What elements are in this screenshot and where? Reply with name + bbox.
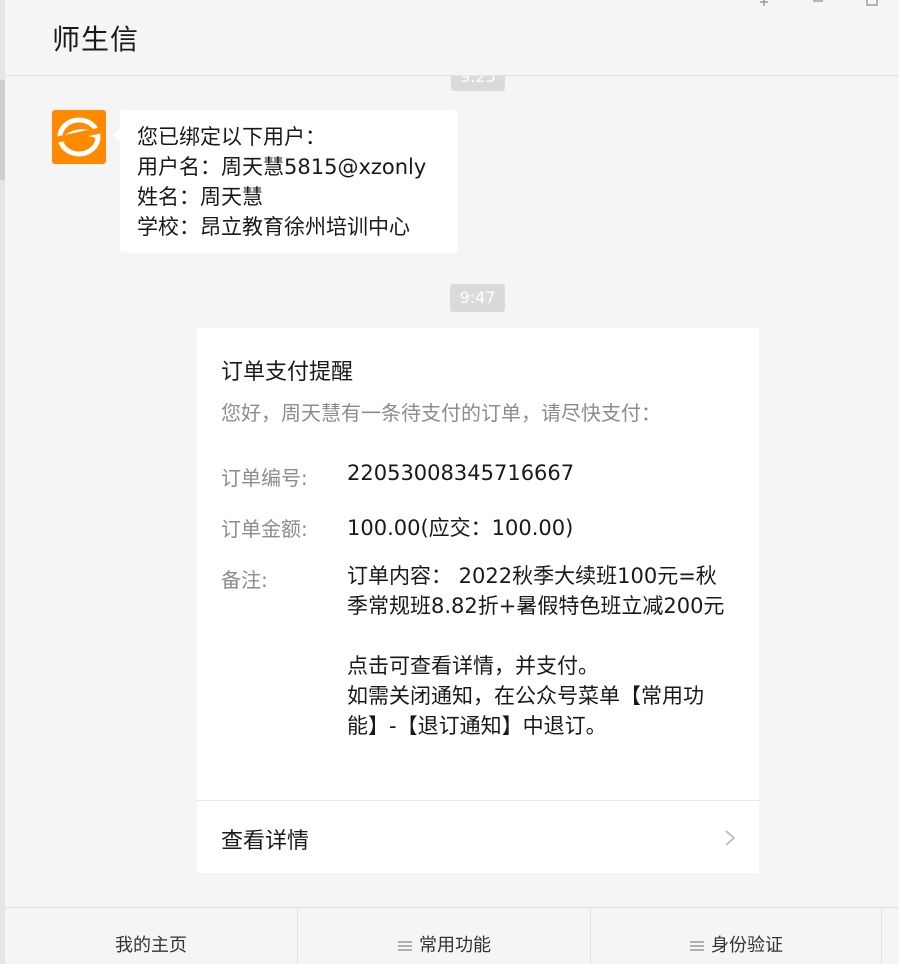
menu-item-identity-verification[interactable]: 身份验证 xyxy=(591,908,881,964)
binding-line: 姓名：周天慧 xyxy=(137,185,263,209)
left-scroll-thumb[interactable] xyxy=(0,80,5,180)
menu-lines-icon xyxy=(690,941,704,951)
account-avatar[interactable] xyxy=(52,110,106,164)
card-title: 订单支付提醒 xyxy=(221,360,354,385)
order-number-value: 22053008345716667 xyxy=(347,461,575,485)
left-scroll-edge[interactable] xyxy=(0,0,5,964)
menu-divider xyxy=(881,908,882,964)
order-amount-label: 订单金额: xyxy=(221,517,308,541)
order-number-label: 订单编号: xyxy=(221,466,308,490)
minimize-icon[interactable] xyxy=(811,0,825,11)
menu-item-label: 我的主页 xyxy=(115,935,187,956)
binding-line: 用户名：周天慧5815@xzonly xyxy=(137,155,427,179)
binding-line: 您已绑定以下用户： xyxy=(137,125,326,149)
remark-unsubscribe-hint: 如需关闭通知，在公众号菜单【常用功能】-【退订通知】中退订。 xyxy=(347,684,704,738)
menu-item-label: 常用功能 xyxy=(419,935,491,956)
menu-lines-icon xyxy=(398,941,412,951)
maximize-icon[interactable] xyxy=(865,0,879,11)
remark-click-hint: 点击可查看详情，并支付。 xyxy=(347,654,599,678)
timestamp-badge: 9:47 xyxy=(450,284,505,312)
chevron-right-icon xyxy=(725,830,736,846)
logo-icon xyxy=(52,117,106,157)
remark-spacer xyxy=(347,621,737,651)
menu-item-common-functions[interactable]: 常用功能 xyxy=(298,908,590,964)
menu-item-my-home[interactable]: 我的主页 xyxy=(5,908,297,964)
remark-content: 订单内容： 2022秋季大续班100元=秋季常规班8.82折+暑假特色班立减20… xyxy=(347,561,737,741)
menu-item-label: 身份验证 xyxy=(711,935,783,956)
order-payment-card[interactable]: 订单支付提醒 您好，周天慧有一条待支付的订单，请尽快支付： 订单编号: 2205… xyxy=(197,328,759,873)
bottom-menu: 我的主页 常用功能 身份验证 xyxy=(5,907,899,964)
title-bar: 师生信 xyxy=(5,0,899,76)
binding-line: 学校：昂立教育徐州培训中心 xyxy=(137,215,410,239)
view-details-link[interactable]: 查看详情 xyxy=(197,801,759,873)
remark-label: 备注: xyxy=(221,568,268,592)
chat-title: 师生信 xyxy=(52,23,140,56)
order-amount-value: 100.00(应交：100.00) xyxy=(347,516,574,540)
view-details-label: 查看详情 xyxy=(221,829,310,854)
pin-icon[interactable] xyxy=(757,0,771,11)
binding-message-bubble: 您已绑定以下用户： 用户名：周天慧5815@xzonly 姓名：周天慧 学校：昂… xyxy=(113,110,458,253)
card-subtitle: 您好，周天慧有一条待支付的订单，请尽快支付： xyxy=(221,401,661,425)
remark-order-content: 订单内容： 2022秋季大续班100元=秋季常规班8.82折+暑假特色班立减20… xyxy=(347,564,725,618)
